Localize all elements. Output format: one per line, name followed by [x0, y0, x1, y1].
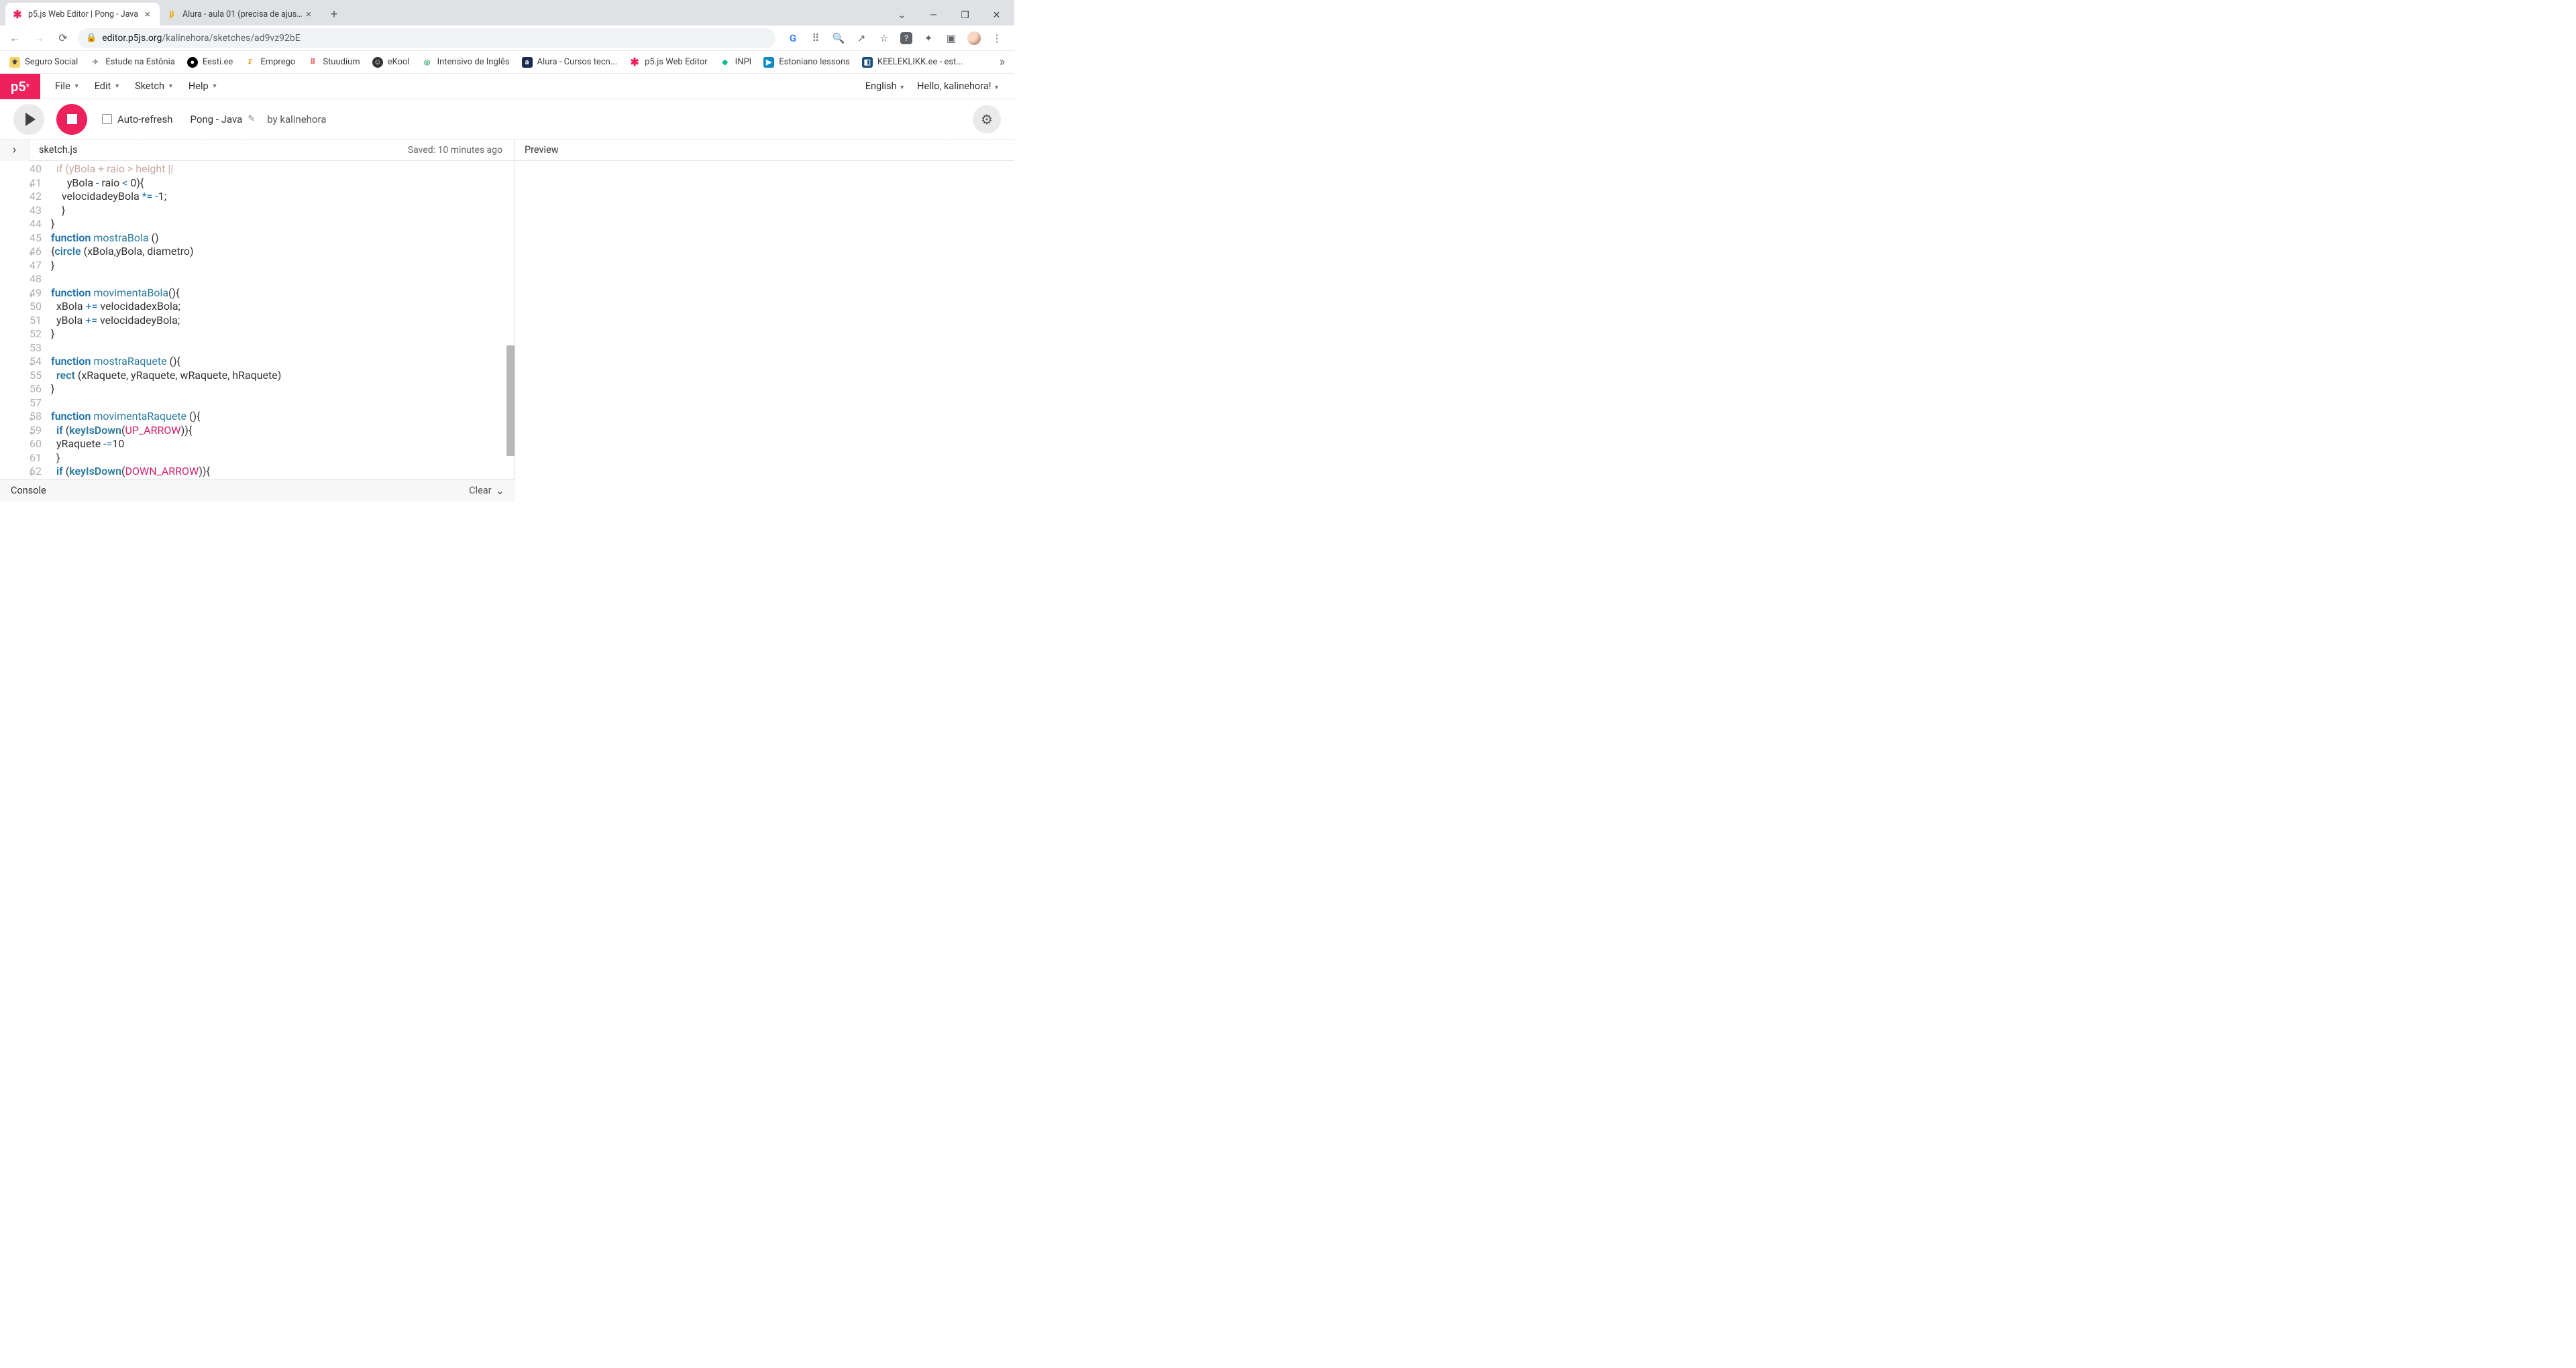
back-button[interactable]: ← [5, 29, 24, 48]
extensions-icon[interactable]: ✦ [922, 32, 935, 45]
p5-menubar: p5* File▼ Edit▼ Sketch▼ Help▼ English ▼ … [0, 74, 1014, 99]
menu-help[interactable]: Help▼ [183, 76, 223, 96]
menu-sketch[interactable]: Sketch▼ [129, 76, 179, 96]
stop-icon [67, 114, 77, 124]
browser-menu-icon[interactable]: ⋮ [990, 32, 1004, 45]
code-content[interactable]: if (yBola + raio > height || yBola - rai… [47, 161, 515, 479]
maximize-icon[interactable]: ❐ [950, 5, 980, 25]
tab-title: Alura - aula 01 (precisa de ajuste [182, 9, 303, 19]
browser-tab-active[interactable]: ✱ p5.js Web Editor | Pong - Java × [5, 3, 160, 25]
p5-favicon: ✱ [12, 9, 23, 19]
browser-tab-inactive[interactable]: β Alura - aula 01 (precisa de ajuste × [160, 3, 321, 25]
bookmark-item[interactable]: ☺eKool [372, 57, 410, 68]
bookmark-item[interactable]: ⠿Stuudium [307, 57, 360, 68]
bookmark-item[interactable]: ₣Emprego [245, 57, 295, 68]
bookmark-item[interactable]: ●Eesti.ee [187, 57, 233, 68]
bookmark-item[interactable]: ⚜Seguro Social [9, 57, 78, 68]
share-icon[interactable]: ↗ [855, 32, 868, 45]
code-editor[interactable]: 4041424344454647484950515253545556575859… [0, 161, 515, 479]
new-tab-button[interactable]: + [325, 5, 343, 23]
bookmark-item[interactable]: ✱p5.js Web Editor [629, 57, 708, 68]
pencil-icon[interactable]: ✎ [248, 114, 255, 124]
chevron-down-icon: ⌄ [496, 484, 504, 497]
auto-refresh-label: Auto-refresh [117, 113, 172, 125]
bookmark-item[interactable]: ✈Estude na Estônia [90, 57, 175, 68]
editor-pane: › sketch.js Saved: 10 minutes ago 404142… [0, 139, 515, 479]
main-row: › sketch.js Saved: 10 minutes ago 404142… [0, 139, 1014, 479]
preview-label: Preview [525, 144, 559, 156]
bookmark-item[interactable]: ◧KEELEKLIKK.ee - est... [862, 57, 963, 68]
scrollbar-thumb[interactable] [506, 345, 515, 456]
menu-edit[interactable]: Edit▼ [89, 76, 125, 96]
saved-status: Saved: 10 minutes ago [408, 145, 515, 156]
google-icon[interactable]: G [786, 32, 800, 45]
line-gutter: 4041424344454647484950515253545556575859… [0, 161, 47, 479]
url-path: /kalinehora/sketches/ad9vz92bE [162, 33, 300, 44]
bookmarks-overflow-icon[interactable]: » [1000, 55, 1005, 69]
address-bar[interactable]: 🔒 editor.p5js.org/kalinehora/sketches/ad… [78, 28, 775, 48]
forward-button[interactable]: → [30, 29, 48, 48]
console-label: Console [11, 485, 46, 496]
translate-icon[interactable]: ⠿ [809, 32, 822, 45]
bookmark-item[interactable]: aAlura - Cursos tecn... [522, 57, 618, 68]
minimize-icon[interactable]: — [918, 5, 949, 25]
preview-header: Preview [515, 139, 1014, 161]
sidebar-toggle-button[interactable]: › [0, 139, 30, 161]
p5-logo[interactable]: p5* [0, 74, 40, 99]
chevron-down-icon[interactable]: ⌄ [887, 5, 917, 25]
close-window-icon[interactable]: ✕ [981, 5, 1012, 25]
tab-title: p5.js Web Editor | Pong - Java [28, 9, 142, 19]
close-tab-icon[interactable]: × [303, 8, 314, 20]
alura-favicon: β [166, 9, 177, 19]
bookmarks-bar: ⚜Seguro Social ✈Estude na Estônia ●Eesti… [0, 51, 1014, 74]
close-tab-icon[interactable]: × [142, 8, 153, 20]
sketch-name[interactable]: Pong - Java ✎ [190, 113, 255, 125]
reload-button[interactable]: ⟳ [54, 29, 72, 48]
incognito-icon[interactable]: ? [900, 32, 912, 44]
console-bar[interactable]: Console Clear ⌄ [0, 479, 515, 502]
checkbox-icon[interactable] [102, 114, 112, 124]
toolbar-icons: G ⠿ 🔍 ↗ ☆ ? ✦ ▣ ⋮ [781, 32, 1009, 45]
settings-button[interactable]: ⚙ [973, 105, 1001, 133]
zoom-icon[interactable]: 🔍 [832, 32, 845, 45]
play-button[interactable] [13, 104, 44, 135]
play-icon [25, 113, 36, 126]
side-panel-icon[interactable]: ▣ [945, 32, 958, 45]
auto-refresh-toggle[interactable]: Auto-refresh [102, 113, 172, 125]
bookmark-star-icon[interactable]: ☆ [877, 32, 891, 45]
lock-icon: 🔒 [86, 33, 97, 43]
bookmark-item[interactable]: ▶Estoniano lessons [763, 57, 850, 68]
menu-file[interactable]: File▼ [50, 76, 85, 96]
preview-pane: Preview [515, 139, 1014, 479]
clear-console-button[interactable]: Clear ⌄ [469, 484, 504, 497]
stop-button[interactable] [56, 104, 87, 135]
gear-icon: ⚙ [981, 111, 993, 127]
bookmark-item[interactable]: ◆INPI [720, 57, 752, 68]
user-greeting[interactable]: Hello, kalinehora! ▼ [917, 80, 1000, 92]
bookmark-item[interactable]: ◎Intensivo de Inglês [422, 57, 510, 68]
sketch-author: by kalinehora [267, 113, 326, 125]
browser-tab-strip: ✱ p5.js Web Editor | Pong - Java × β Alu… [0, 0, 1014, 25]
file-tab[interactable]: sketch.js [30, 144, 87, 156]
profile-avatar[interactable] [967, 32, 981, 45]
url-host: editor.p5js.org [102, 33, 162, 44]
language-selector[interactable]: English ▼ [865, 80, 905, 92]
editor-header: › sketch.js Saved: 10 minutes ago [0, 139, 515, 161]
window-controls: ⌄ — ❐ ✕ [887, 5, 1014, 25]
address-bar-row: ← → ⟳ 🔒 editor.p5js.org/kalinehora/sketc… [0, 25, 1014, 51]
p5-toolbar: Auto-refresh Pong - Java ✎ by kalinehora… [0, 99, 1014, 139]
